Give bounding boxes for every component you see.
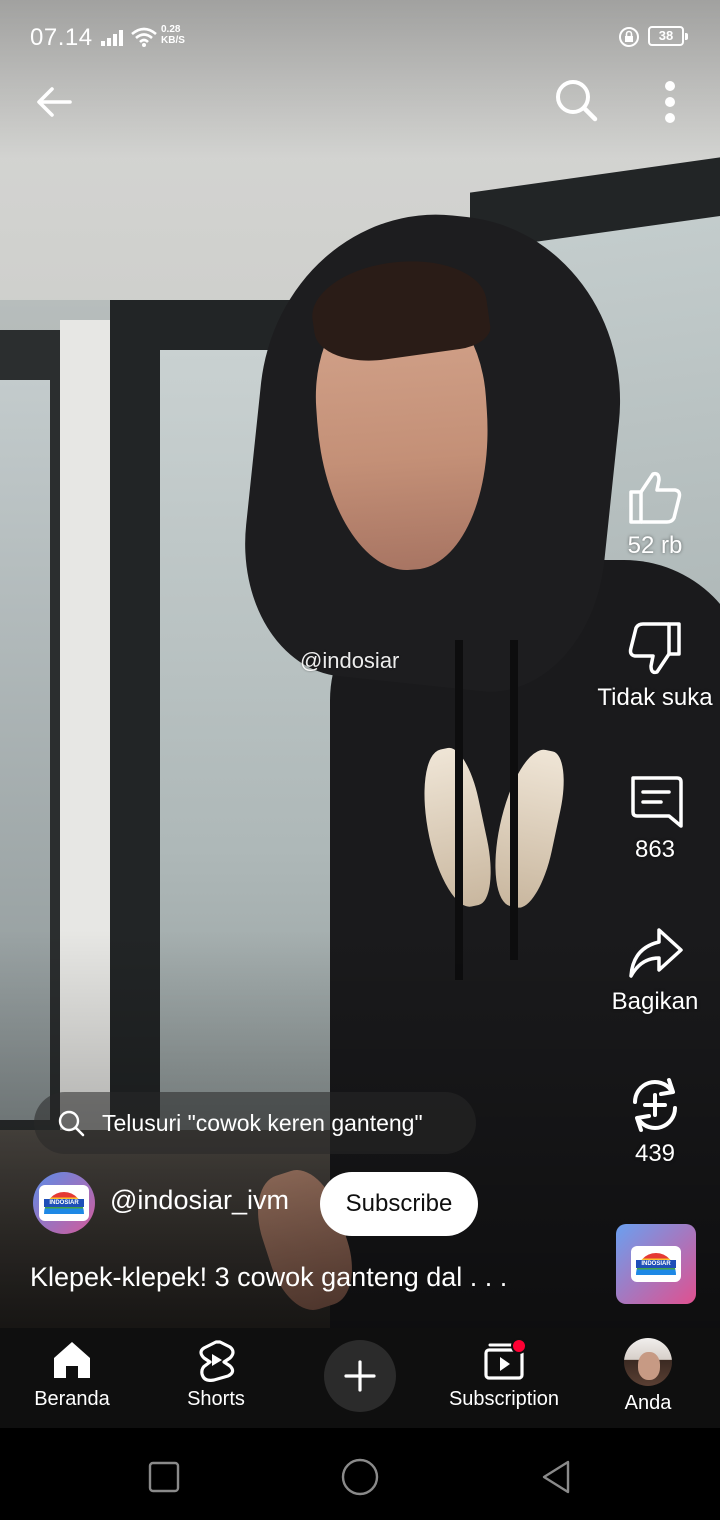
rotation-lock-icon	[619, 27, 639, 47]
video-caption[interactable]: Klepek-klepek! 3 cowok ganteng dal . . .	[30, 1262, 507, 1293]
remix-count: 439	[634, 1140, 676, 1167]
comments-button[interactable]: 863	[590, 772, 720, 864]
notification-dot	[511, 1338, 527, 1354]
subscribe-button[interactable]: Subscribe	[320, 1172, 478, 1236]
network-speed: 0.28 KB/S	[161, 24, 185, 46]
channel-avatar[interactable]: INDOSIAR	[33, 1172, 95, 1234]
like-button[interactable]: 52 rb	[590, 468, 720, 560]
video-watermark: @indosiar	[300, 648, 400, 673]
share-button[interactable]: Bagikan	[590, 924, 720, 1016]
nav-shorts-label: Shorts	[187, 1388, 245, 1410]
indosiar-logo: INDOSIAR	[631, 1246, 681, 1282]
plus-icon	[344, 1360, 376, 1392]
bottom-navigation: Beranda Shorts Subscription Anda	[0, 1328, 720, 1428]
sound-thumbnail[interactable]: INDOSIAR	[616, 1224, 696, 1304]
indosiar-logo: INDOSIAR	[39, 1185, 89, 1221]
more-options-button[interactable]	[648, 74, 692, 130]
remix-button[interactable]: 439	[590, 1076, 720, 1168]
comment-icon	[631, 776, 683, 828]
share-icon	[629, 928, 683, 978]
search-icon	[58, 1110, 85, 1137]
channel-handle[interactable]: @indosiar_ivm	[110, 1185, 289, 1216]
nav-subscriptions[interactable]: Subscription	[439, 1328, 569, 1428]
like-count: 52 rb	[627, 532, 683, 559]
arrow-left-icon	[37, 87, 72, 117]
home-system-button[interactable]	[335, 1452, 385, 1502]
battery-indicator: 38	[648, 26, 688, 46]
nav-home[interactable]: Beranda	[7, 1328, 137, 1428]
create-button[interactable]	[324, 1340, 396, 1412]
status-time: 07.14	[30, 24, 93, 51]
search-button[interactable]	[550, 74, 602, 126]
comment-count: 863	[634, 836, 676, 863]
home-icon	[54, 1342, 90, 1378]
recents-button[interactable]	[139, 1452, 189, 1502]
dislike-button[interactable]: Tidak suka	[590, 620, 720, 712]
nav-you[interactable]: Anda	[583, 1328, 713, 1428]
shorts-icon	[199, 1340, 235, 1382]
search-icon	[556, 80, 598, 122]
remix-icon	[633, 1078, 677, 1132]
square-icon	[148, 1461, 180, 1493]
circle-icon	[341, 1458, 379, 1496]
nav-shorts[interactable]: Shorts	[151, 1328, 281, 1428]
nav-home-label: Beranda	[34, 1388, 110, 1410]
thumb-down-icon	[628, 622, 681, 675]
nav-you-label: Anda	[624, 1392, 672, 1414]
back-button[interactable]	[30, 78, 82, 126]
logo-text: INDOSIAR	[44, 1199, 84, 1207]
search-suggestion[interactable]: Telusuri "cowok keren ganteng"	[34, 1092, 476, 1154]
nav-subscriptions-label: Subscription	[448, 1388, 560, 1410]
thumb-up-icon	[629, 471, 682, 524]
wifi-icon	[131, 27, 157, 47]
user-avatar	[624, 1338, 672, 1386]
more-vert-icon	[665, 81, 675, 123]
search-suggestion-text: Telusuri "cowok keren ganteng"	[102, 1109, 423, 1136]
dislike-label: Tidak suka	[597, 684, 713, 711]
back-system-button[interactable]	[531, 1452, 581, 1502]
status-bar: 07.14 0.28 KB/S 38	[0, 0, 720, 72]
triangle-back-icon	[542, 1460, 570, 1494]
system-navigation	[0, 1428, 720, 1520]
signal-icon	[101, 30, 123, 46]
share-label: Bagikan	[611, 988, 699, 1015]
